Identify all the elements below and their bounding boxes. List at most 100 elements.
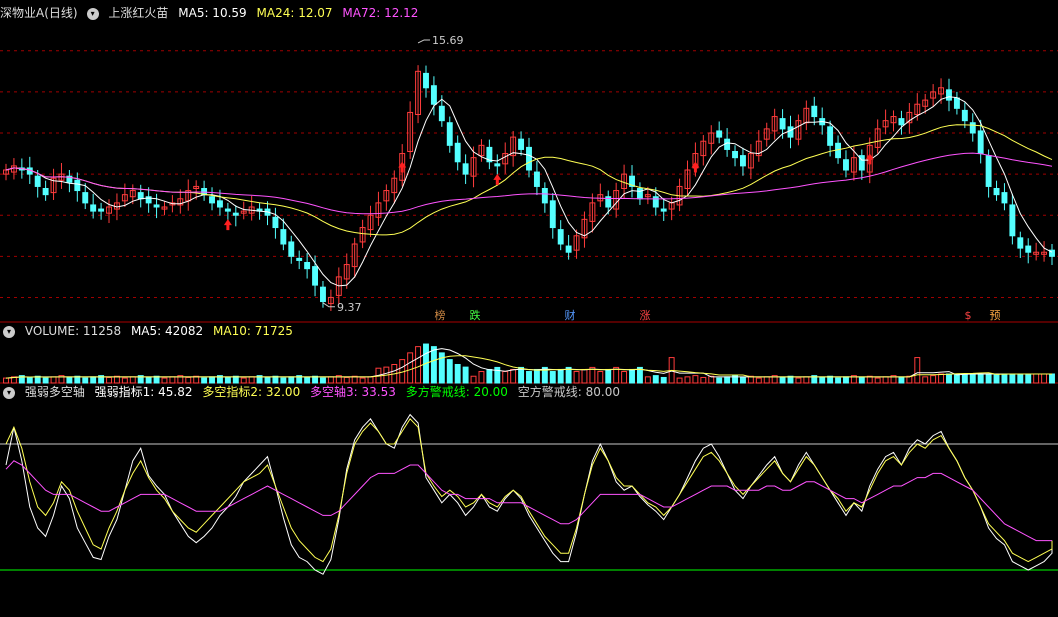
- volume-bar: [446, 359, 453, 384]
- event-marker: $: [965, 309, 972, 322]
- ma5-label: MA5: 10.59: [178, 6, 247, 20]
- candle-body: [898, 118, 905, 126]
- candle-body: [216, 200, 223, 208]
- stock-name: 深物业A(日线): [0, 6, 78, 20]
- candle-body: [280, 229, 287, 245]
- candle-body: [438, 105, 445, 122]
- ma24-label: MA24: 12.07: [256, 6, 333, 20]
- volume-bar: [415, 346, 422, 384]
- candle-body: [549, 200, 556, 229]
- volume-bar: [716, 377, 723, 384]
- osc-name: 强弱多空轴: [24, 385, 85, 399]
- candle-body: [779, 118, 786, 130]
- settings-icon[interactable]: ▾: [86, 7, 99, 20]
- volume-bar: [549, 371, 556, 384]
- volume-bar: [795, 377, 802, 384]
- candle-body: [304, 262, 311, 270]
- candle-body: [526, 146, 532, 171]
- candle-body: [232, 212, 239, 216]
- candle-body: [843, 159, 849, 171]
- volume-bar: [938, 373, 945, 384]
- candle-body: [296, 257, 303, 261]
- volume-bar: [739, 376, 746, 384]
- volume-menu-icon[interactable]: ▾: [3, 325, 15, 338]
- volume-bar: [1009, 373, 1016, 384]
- candle-body: [153, 204, 160, 208]
- volume-bar: [684, 376, 691, 384]
- osc-i2: 多空指标2: 32.00: [202, 385, 301, 399]
- volume-bar: [510, 368, 517, 384]
- volume-bar: [1001, 373, 1008, 384]
- high-pointer: [417, 39, 431, 44]
- osc-menu-icon[interactable]: ▾: [3, 386, 15, 399]
- chart-canvas: 15.69 9.37 榜 跌 财 涨 $ 预: [0, 34, 1058, 575]
- volume-bar: [526, 371, 532, 384]
- volume-label: VOLUME: 11258: [24, 324, 122, 338]
- candle-body: [1009, 204, 1016, 237]
- candle-body: [74, 179, 81, 192]
- event-marker: 预: [990, 309, 1001, 322]
- candle-body: [557, 229, 564, 245]
- volume-bar: [755, 377, 762, 384]
- candle-body: [811, 105, 818, 118]
- candle-body: [42, 188, 49, 196]
- candle-body: [494, 163, 501, 167]
- volume-bar: [819, 376, 826, 384]
- candle-body: [423, 72, 429, 89]
- volume-bar: [835, 377, 842, 384]
- candle-body: [90, 204, 97, 212]
- candle-body: [739, 155, 746, 167]
- long-short-axis-line: [5, 460, 1052, 542]
- volume-bar: [581, 368, 588, 384]
- candle-body: [946, 89, 952, 101]
- volume-bar: [676, 377, 683, 384]
- volume-bar: [874, 377, 881, 384]
- volume-bar: [1025, 373, 1032, 384]
- vol-ma5-label: MA5: 42082: [130, 324, 204, 338]
- candle-body: [430, 85, 437, 105]
- volume-bar: [502, 371, 509, 384]
- volume-bar: [597, 371, 604, 384]
- vol-ma10-label: MA10: 71725: [213, 324, 293, 338]
- volume-bar: [985, 373, 992, 384]
- candle-body: [34, 175, 41, 187]
- volume-bar: [1041, 373, 1048, 384]
- volume-bar: [961, 373, 968, 384]
- volume-bar: [486, 368, 493, 384]
- volume-bar: [946, 373, 952, 384]
- volume-bar: [407, 352, 414, 384]
- indicator-name: 上涨红火苗: [108, 6, 169, 20]
- volume-bar: [882, 376, 889, 384]
- candle-body: [533, 171, 540, 187]
- volume-bar: [803, 376, 810, 384]
- candle-body: [209, 196, 215, 204]
- candle-body: [272, 216, 279, 229]
- volume-bar: [660, 376, 667, 384]
- volume-bar: [843, 376, 849, 384]
- candle-body: [454, 142, 461, 163]
- volume-bar: [533, 368, 540, 384]
- main-header: 深物业A(日线) ▾ 上涨红火苗 MA5: 10.59 MA24: 12.07 M…: [0, 4, 424, 22]
- candle-body: [660, 208, 667, 212]
- candle-body: [446, 122, 453, 146]
- volume-bar: [700, 376, 707, 384]
- candle-body: [953, 97, 960, 109]
- candle-body: [541, 188, 548, 204]
- volume-bar: [494, 366, 501, 384]
- candle-body: [320, 286, 326, 303]
- candle-body: [1001, 192, 1008, 204]
- volume-bar: [763, 376, 770, 384]
- high-label: 15.69: [432, 34, 464, 47]
- candle-body: [652, 196, 659, 208]
- long-short-index-line: [5, 417, 1053, 563]
- volume-bar: [557, 368, 564, 384]
- candle-body: [636, 188, 643, 200]
- volume-bar: [922, 376, 929, 384]
- volume-bar: [969, 373, 976, 384]
- up-arrow-icon: [223, 219, 232, 231]
- volume-bar: [779, 376, 786, 384]
- volume-header: ▾ VOLUME: 11258 MA5: 42082 MA10: 71725: [0, 322, 299, 340]
- candle-body: [993, 188, 1000, 196]
- candle-body: [732, 151, 738, 159]
- volume-bar: [898, 376, 905, 384]
